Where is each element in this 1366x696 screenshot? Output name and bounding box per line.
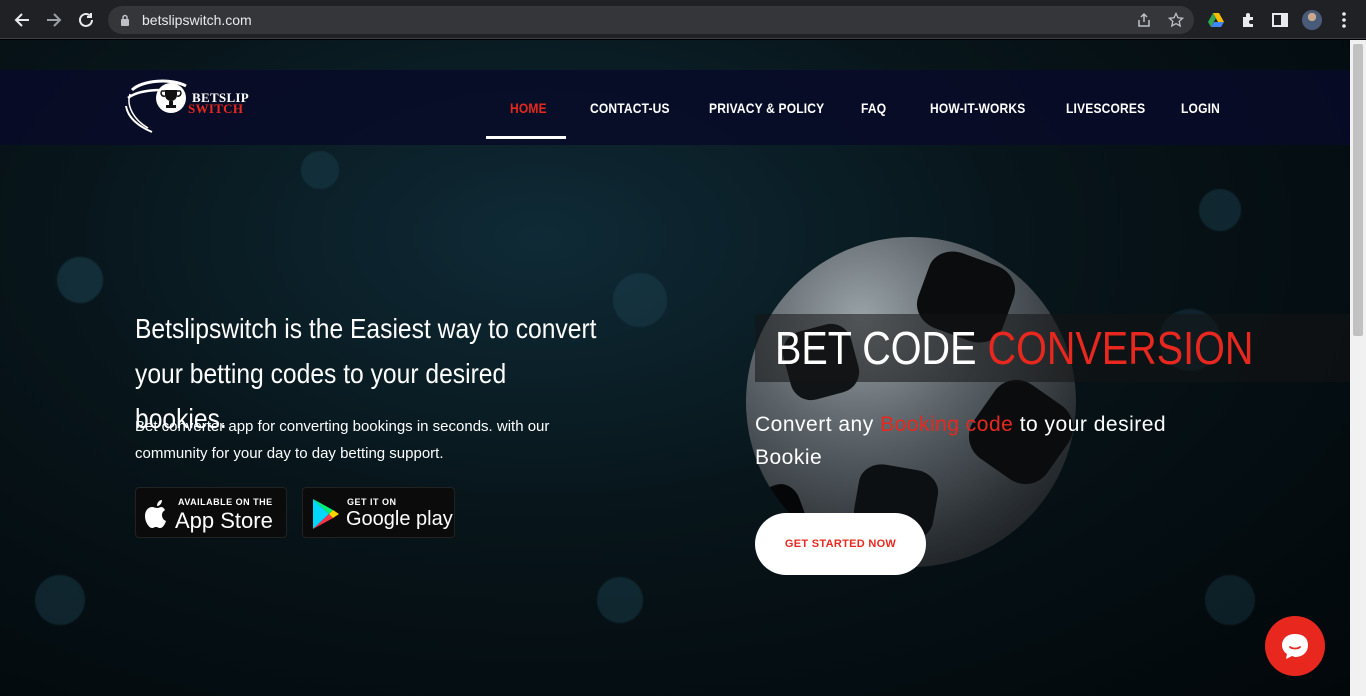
back-button[interactable] xyxy=(10,8,34,32)
side-panel-icon[interactable] xyxy=(1270,10,1290,30)
back-arrow-icon xyxy=(14,13,29,27)
forward-arrow-icon xyxy=(47,13,62,27)
lock-icon xyxy=(121,14,129,26)
apple-icon xyxy=(145,500,166,528)
nav-home[interactable]: HOME xyxy=(510,70,547,145)
live-chat-button[interactable] xyxy=(1265,616,1325,676)
nav-how-it-works[interactable]: HOW-IT-WORKS xyxy=(930,70,1025,145)
url-text: betslipswitch.com xyxy=(142,12,252,28)
soccer-trophy-logo-icon xyxy=(125,79,187,133)
reload-button[interactable] xyxy=(74,8,98,32)
active-nav-indicator xyxy=(486,136,566,139)
reload-icon xyxy=(79,12,93,27)
profile-avatar-icon[interactable] xyxy=(1302,10,1322,30)
google-play-button[interactable]: GET IT ON Google play xyxy=(302,487,455,538)
nav-contact-us[interactable]: CONTACT-US xyxy=(590,70,670,145)
browser-toolbar: betslipswitch.com xyxy=(0,0,1366,39)
google-play-icon xyxy=(313,499,339,529)
drive-extension-icon[interactable] xyxy=(1206,10,1226,30)
promo-sub-before: Convert any xyxy=(755,413,874,436)
app-store-button[interactable]: AVAILABLE ON THE App Store xyxy=(135,487,287,538)
get-started-button[interactable]: GET STARTED NOW xyxy=(755,513,926,575)
nav-privacy-policy[interactable]: PRIVACY & POLICY xyxy=(709,70,824,145)
promo-title-white: BET CODE xyxy=(775,322,977,374)
logo-text-switch: SWITCH xyxy=(188,101,244,116)
nav-faq[interactable]: FAQ xyxy=(861,70,886,145)
extensions-puzzle-icon[interactable] xyxy=(1238,10,1258,30)
promo-sub-highlight: Booking code xyxy=(880,413,1014,436)
site-navbar: BETSLIP SWITCH HOME CONTACT-US PRIVACY &… xyxy=(0,70,1350,145)
promo-title: BET CODE CONVERSION xyxy=(755,314,1350,382)
google-play-small-text: GET IT ON xyxy=(347,497,397,507)
page-scrollbar[interactable] xyxy=(1350,40,1366,696)
hero-subtext: Bet converter app for converting booking… xyxy=(135,418,550,462)
app-store-big-text: App Store xyxy=(175,508,273,533)
nav-livescores[interactable]: LIVESCORES xyxy=(1066,70,1145,145)
nav-login[interactable]: LOGIN xyxy=(1181,70,1220,145)
site-logo[interactable]: BETSLIP SWITCH xyxy=(122,76,252,136)
scrollbar-thumb[interactable] xyxy=(1353,44,1363,336)
bookmark-star-icon[interactable] xyxy=(1166,10,1186,30)
google-play-big-text: Google play xyxy=(346,508,453,530)
promo-subtitle: Convert any Booking code to your desired… xyxy=(755,408,1195,474)
app-store-small-text: AVAILABLE ON THE xyxy=(178,497,273,507)
promo-title-red: CONVERSION xyxy=(987,322,1254,374)
kebab-menu-icon[interactable] xyxy=(1334,10,1354,30)
forward-button[interactable] xyxy=(42,8,66,32)
page-viewport: BETSLIP SWITCH HOME CONTACT-US PRIVACY &… xyxy=(0,40,1350,696)
share-icon[interactable] xyxy=(1134,10,1154,30)
address-bar[interactable]: betslipswitch.com xyxy=(108,6,1194,34)
chat-bubble-icon xyxy=(1282,634,1308,659)
